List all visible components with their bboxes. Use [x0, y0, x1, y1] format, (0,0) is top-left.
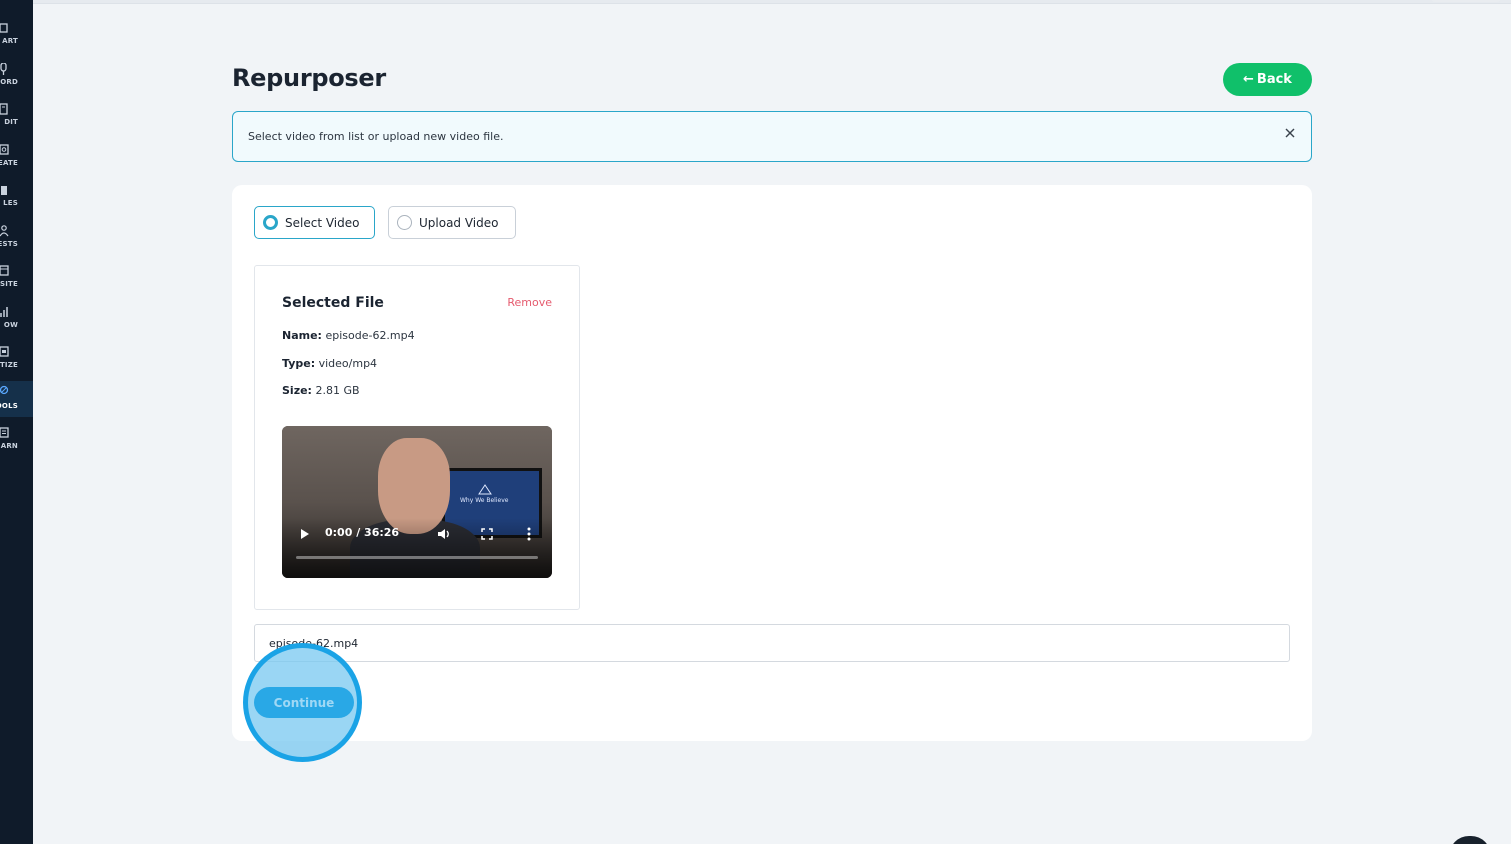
sidebar-item-label: OOLS — [0, 402, 18, 410]
volume-icon[interactable] — [437, 527, 451, 541]
top-bar — [33, 0, 1511, 4]
sidebar-item-files[interactable]: LES — [0, 182, 33, 222]
sidebar-item-monetize[interactable]: ETIZE — [0, 344, 33, 384]
video-progress-bar[interactable] — [296, 556, 538, 559]
grow-chart-icon — [0, 306, 10, 318]
sidebar-item-label: ETIZE — [0, 361, 18, 369]
video-controls-overlay — [282, 518, 552, 578]
monetize-icon — [0, 346, 10, 358]
more-options-icon[interactable] — [527, 527, 531, 541]
video-player[interactable]: Why We Believe 0:00 / 36:26 — [282, 426, 552, 578]
website-icon — [0, 265, 10, 277]
rocket-icon — [0, 22, 10, 34]
sidebar-item-label: ORD — [0, 78, 18, 86]
sidebar-item-learn[interactable]: ARN — [0, 425, 33, 465]
sidebar-item-label: LES — [3, 199, 18, 207]
sidebar-item-tools[interactable]: OOLS — [0, 381, 33, 417]
edit-icon — [0, 103, 10, 115]
chat-widget-button[interactable] — [1449, 836, 1491, 844]
tools-icon — [0, 385, 10, 397]
back-button-label: Back — [1256, 72, 1292, 87]
back-button[interactable]: ← Back — [1223, 63, 1312, 96]
microphone-icon — [0, 63, 10, 75]
file-size-label: Size: — [282, 384, 312, 397]
select-video-option[interactable]: Select Video — [254, 206, 375, 239]
sidebar-item-label: ARN — [0, 442, 18, 450]
alert-message: Select video from list or upload new vid… — [248, 130, 504, 143]
video-time: 0:00 / 36:26 — [325, 526, 400, 539]
files-icon — [0, 184, 10, 196]
sidebar-item-label: DIT — [4, 118, 18, 126]
sidebar-item-label: EATE — [0, 159, 18, 167]
learn-icon — [0, 427, 10, 439]
upload-video-option[interactable]: Upload Video — [388, 206, 516, 239]
sidebar-item-create[interactable]: EATE — [0, 142, 33, 182]
remove-link[interactable]: Remove — [507, 296, 552, 309]
sidebar-item-label: OW — [3, 321, 18, 329]
sidebar-item-grow[interactable]: OW — [0, 304, 33, 344]
arrow-left-icon: ← — [1243, 72, 1254, 87]
screen-logo-icon — [478, 484, 492, 495]
file-type-label: Type: — [282, 357, 316, 370]
file-name-label: Name: — [282, 329, 322, 342]
file-type-row: Type: video/mp4 — [282, 357, 377, 370]
selected-file-title: Selected File — [282, 295, 384, 311]
file-name-row: Name: episode-62.mp4 — [282, 329, 415, 342]
file-size-value: 2.81 GB — [315, 384, 360, 397]
radio-selected-icon[interactable] — [263, 215, 278, 230]
sidebar: ART ORD DIT EATE LES ESTS SITE OW ETIZE … — [0, 0, 33, 844]
sidebar-item-edit[interactable]: DIT — [0, 101, 33, 141]
continue-button[interactable]: Continue — [254, 687, 354, 718]
sidebar-item-label: ESTS — [0, 240, 18, 248]
top-bar-pill — [1431, 0, 1501, 2]
sidebar-item-guests[interactable]: ESTS — [0, 223, 33, 263]
file-type-value: video/mp4 — [318, 357, 378, 370]
sidebar-item-record[interactable]: ORD — [0, 61, 33, 101]
sidebar-item-website[interactable]: SITE — [0, 263, 33, 303]
page-title: Repurposer — [232, 64, 386, 92]
screen-text: Why We Believe — [460, 497, 509, 504]
upload-video-label: Upload Video — [419, 215, 499, 230]
sidebar-item-label: SITE — [0, 280, 18, 288]
sidebar-item-start[interactable]: ART — [0, 20, 33, 60]
info-alert: Select video from list or upload new vid… — [232, 111, 1312, 162]
fullscreen-icon[interactable] — [481, 528, 493, 540]
selected-file-panel: Selected File Remove Name: episode-62.mp… — [254, 265, 580, 610]
create-icon — [0, 144, 10, 156]
guests-icon — [0, 225, 10, 237]
file-name-value: episode-62.mp4 — [325, 329, 415, 342]
close-icon[interactable] — [1283, 125, 1297, 139]
select-video-label: Select Video — [285, 215, 360, 230]
play-icon[interactable] — [300, 528, 310, 540]
radio-unselected-icon[interactable] — [397, 215, 412, 230]
file-size-row: Size: 2.81 GB — [282, 384, 360, 397]
sidebar-item-label: ART — [2, 37, 18, 45]
filename-input[interactable] — [254, 624, 1290, 662]
